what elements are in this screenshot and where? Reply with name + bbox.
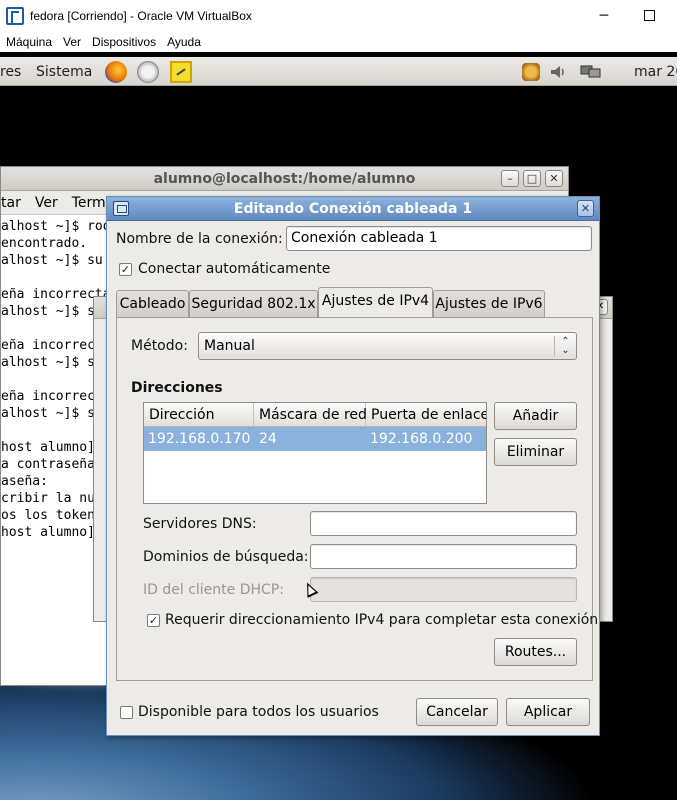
terminal-close-button[interactable]: ✕ bbox=[545, 170, 563, 187]
search-domains-input[interactable] bbox=[310, 544, 577, 569]
terminal-minimize-button[interactable]: – bbox=[501, 170, 519, 187]
menu-maquina[interactable]: Máquina bbox=[1, 35, 57, 49]
dhcp-client-id-label: ID del cliente DHCP: bbox=[143, 582, 284, 598]
cell-netmask[interactable]: 24 bbox=[255, 427, 277, 451]
volume-icon[interactable] bbox=[549, 63, 567, 81]
cell-address[interactable]: 192.168.0.170 bbox=[144, 427, 250, 451]
menu-dispositivos[interactable]: Dispositivos bbox=[87, 35, 161, 49]
table-row[interactable]: 192.168.0.170 24 192.168.0.200 bbox=[144, 427, 486, 451]
virtualbox-icon bbox=[6, 6, 24, 25]
dialog-title: Editando Conexión cableada 1 bbox=[233, 201, 473, 217]
dialog-close-button[interactable]: ✕ bbox=[577, 200, 594, 217]
search-domains-label: Dominios de búsqueda: bbox=[143, 549, 309, 565]
panel-places-menu[interactable]: res bbox=[0, 64, 21, 80]
window-menu-icon[interactable] bbox=[113, 201, 129, 216]
column-header-mascara[interactable]: Máscara de red bbox=[254, 403, 367, 427]
host-maximize-button[interactable] bbox=[626, 0, 672, 31]
tab-cableado[interactable]: Cableado bbox=[116, 290, 189, 318]
apply-button[interactable]: Aplicar bbox=[506, 698, 590, 726]
menu-ayuda[interactable]: Ayuda bbox=[162, 35, 206, 49]
tab-strip: Cableado Seguridad 802.1x Ajustes de IPv… bbox=[107, 287, 601, 318]
auto-connect-checkbox[interactable]: ✓ bbox=[119, 263, 132, 276]
panel-system-menu[interactable]: Sistema bbox=[36, 64, 92, 80]
add-address-button[interactable]: Añadir bbox=[494, 402, 577, 430]
dhcp-client-id-input bbox=[310, 577, 577, 602]
panel-clock[interactable]: mar 20 bbox=[634, 64, 677, 80]
terminal-title: alumno@localhost:/home/alumno bbox=[153, 171, 416, 187]
terminal-menu-tabs[interactable]: tar bbox=[1, 195, 21, 211]
tab-ajustes-ipv6[interactable]: Ajustes de IPv6 bbox=[433, 290, 545, 318]
host-menubar: Máquina Ver Dispositivos Ayuda bbox=[0, 31, 677, 52]
cancel-button[interactable]: Cancelar bbox=[416, 698, 498, 726]
chevron-updown-icon: ⌃ ⌄ bbox=[554, 336, 576, 356]
edit-connection-dialog: Editando Conexión cableada 1 ✕ Nombre de… bbox=[106, 196, 600, 736]
firefox-icon[interactable] bbox=[105, 61, 127, 83]
method-select[interactable]: Manual ⌃ ⌄ bbox=[198, 332, 577, 360]
dialog-titlebar[interactable]: Editando Conexión cableada 1 ✕ bbox=[107, 197, 599, 221]
addresses-heading: Direcciones bbox=[131, 380, 223, 396]
guest-top-panel: res Sistema mar 20 bbox=[0, 57, 677, 86]
require-ipv4-checkbox[interactable]: ✓ bbox=[147, 614, 160, 627]
addresses-table-header: Dirección Máscara de red Puerta de enlac… bbox=[144, 403, 486, 427]
ipv4-settings-panel: Método: Manual ⌃ ⌄ Direcciones Dirección … bbox=[116, 317, 598, 681]
menu-ver[interactable]: Ver bbox=[58, 35, 86, 49]
host-minimize-button[interactable]: ─ bbox=[581, 0, 627, 31]
available-all-users-label: Disponible para todos los usuarios bbox=[138, 704, 379, 720]
dns-servers-input[interactable] bbox=[310, 511, 577, 536]
method-label: Método: bbox=[131, 338, 188, 354]
addresses-table[interactable]: Dirección Máscara de red Puerta de enlac… bbox=[143, 402, 487, 504]
routes-button[interactable]: Routes... bbox=[494, 638, 577, 666]
tab-ajustes-ipv4[interactable]: Ajustes de IPv4 bbox=[318, 287, 433, 318]
available-all-users-checkbox[interactable] bbox=[120, 706, 133, 719]
terminal-menu-ver[interactable]: Ver bbox=[35, 195, 58, 211]
tab-seguridad-8021x[interactable]: Seguridad 802.1x bbox=[189, 290, 318, 318]
require-ipv4-label: Requerir direccionamiento IPv4 para comp… bbox=[165, 612, 599, 628]
updates-icon[interactable] bbox=[522, 63, 540, 81]
connection-name-input[interactable]: Conexión cableada 1 bbox=[286, 226, 592, 251]
terminal-maximize-button[interactable]: □ bbox=[523, 170, 541, 187]
dns-servers-label: Servidores DNS: bbox=[143, 516, 257, 532]
terminal-menu-terminal[interactable]: Termi bbox=[72, 195, 110, 211]
method-value: Manual bbox=[204, 338, 255, 354]
host-titlebar: fedora [Corriendo] - Oracle VM VirtualBo… bbox=[0, 0, 677, 31]
column-header-puerta-enlace[interactable]: Puerta de enlace bbox=[366, 403, 486, 427]
delete-address-button[interactable]: Eliminar bbox=[494, 438, 577, 466]
column-header-direccion[interactable]: Dirección bbox=[144, 403, 254, 427]
notes-icon[interactable] bbox=[170, 61, 192, 83]
terminal-titlebar[interactable]: alumno@localhost:/home/alumno – □ ✕ bbox=[1, 167, 568, 191]
connection-name-label: Nombre de la conexión: bbox=[116, 231, 283, 247]
mail-client-icon[interactable] bbox=[137, 61, 159, 83]
auto-connect-label: Conectar automáticamente bbox=[138, 261, 331, 277]
host-window-title: fedora [Corriendo] - Oracle VM VirtualBo… bbox=[30, 8, 252, 23]
network-icon[interactable] bbox=[580, 63, 601, 81]
cell-gateway[interactable]: 192.168.0.200 bbox=[366, 427, 472, 451]
